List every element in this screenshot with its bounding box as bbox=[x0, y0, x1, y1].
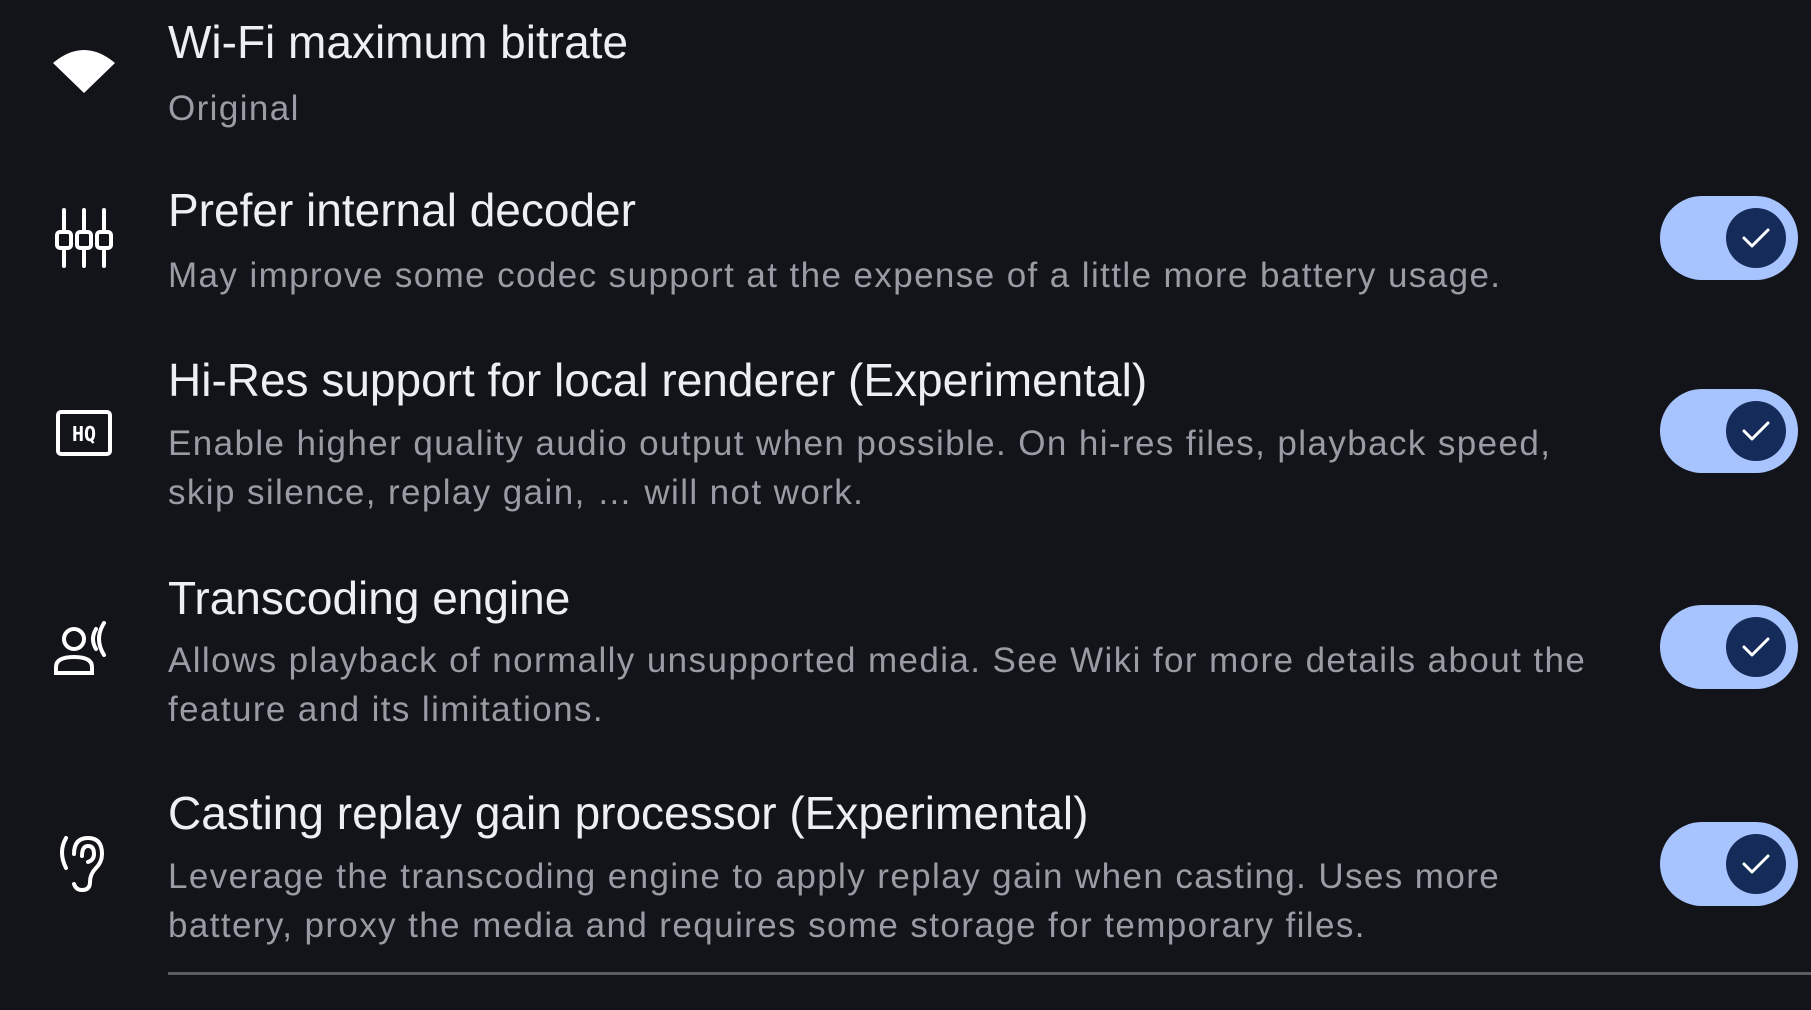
check-icon bbox=[1726, 617, 1786, 677]
setting-hi-res-support[interactable]: HQ Hi-Res support for local renderer (Ex… bbox=[0, 330, 1811, 550]
setting-title: Transcoding engine bbox=[168, 572, 571, 624]
setting-transcoding-engine[interactable]: Transcoding engine Allows playback of no… bbox=[0, 550, 1811, 765]
setting-title: Wi-Fi maximum bitrate bbox=[168, 16, 629, 68]
setting-wifi-max-bitrate[interactable]: Wi-Fi maximum bitrate Original bbox=[0, 0, 1811, 160]
setting-summary: Allows playback of normally unsupported … bbox=[168, 641, 1587, 729]
setting-prefer-internal-decoder[interactable]: Prefer internal decoder May improve some… bbox=[0, 160, 1811, 330]
check-icon bbox=[1726, 208, 1786, 268]
setting-title: Hi-Res support for local renderer (Exper… bbox=[168, 354, 1148, 406]
setting-title: Prefer internal decoder bbox=[168, 184, 636, 236]
check-icon bbox=[1726, 834, 1786, 894]
prefer-internal-decoder-toggle[interactable] bbox=[1660, 196, 1798, 280]
setting-summary: Leverage the transcoding engine to apply… bbox=[168, 857, 1501, 945]
casting-replay-gain-toggle[interactable] bbox=[1660, 822, 1798, 906]
setting-title: Casting replay gain processor (Experimen… bbox=[168, 787, 1089, 839]
setting-summary: Enable higher quality audio output when … bbox=[168, 424, 1552, 512]
wifi-icon bbox=[48, 34, 120, 106]
equalizer-sliders-icon bbox=[48, 202, 120, 274]
hi-res-support-toggle[interactable] bbox=[1660, 389, 1798, 473]
svg-text:HQ: HQ bbox=[72, 422, 96, 446]
divider bbox=[168, 972, 1811, 975]
setting-summary: Original bbox=[168, 89, 300, 128]
hq-icon: HQ bbox=[48, 397, 120, 469]
hearing-icon bbox=[48, 827, 120, 899]
person-voice-icon bbox=[48, 613, 120, 685]
transcoding-engine-toggle[interactable] bbox=[1660, 605, 1798, 689]
setting-casting-replay-gain[interactable]: Casting replay gain processor (Experimen… bbox=[0, 765, 1811, 970]
check-icon bbox=[1726, 401, 1786, 461]
setting-summary: May improve some codec support at the ex… bbox=[168, 256, 1502, 295]
